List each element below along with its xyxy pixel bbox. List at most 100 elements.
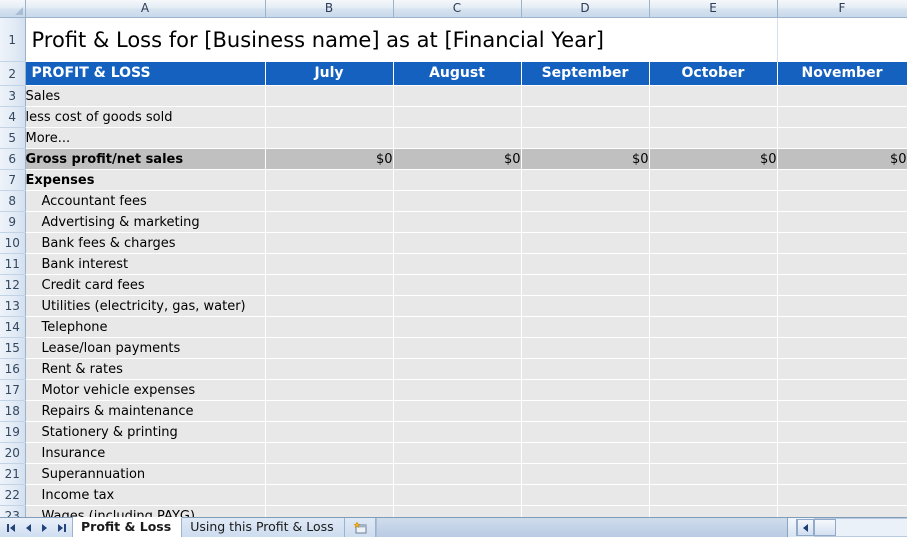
row-label-cell[interactable]: Gross profit/net sales bbox=[25, 148, 266, 170]
row-value-cell[interactable] bbox=[393, 106, 522, 128]
row-value-cell[interactable] bbox=[521, 253, 650, 275]
row-value-cell[interactable] bbox=[521, 505, 650, 517]
row-header-5[interactable]: 5 bbox=[0, 127, 26, 149]
row-value-cell[interactable] bbox=[777, 358, 907, 380]
row-value-cell[interactable] bbox=[777, 295, 907, 317]
insert-worksheet-tab[interactable] bbox=[344, 518, 376, 537]
row-header-16[interactable]: 16 bbox=[0, 358, 26, 380]
row-value-cell[interactable] bbox=[777, 127, 907, 149]
header-cell-profit-and-loss[interactable]: PROFIT & LOSS bbox=[25, 61, 266, 86]
row-value-cell[interactable] bbox=[649, 400, 778, 422]
row-header-8[interactable]: 8 bbox=[0, 190, 26, 212]
title-row-blank-cell[interactable] bbox=[776, 17, 907, 62]
row-value-cell[interactable] bbox=[393, 295, 522, 317]
row-header-18[interactable]: 18 bbox=[0, 400, 26, 422]
row-value-cell[interactable] bbox=[393, 169, 522, 191]
row-value-cell[interactable]: $0 bbox=[393, 148, 522, 170]
row-label-cell[interactable]: Repairs & maintenance bbox=[25, 400, 266, 422]
row-value-cell[interactable] bbox=[649, 232, 778, 254]
row-value-cell[interactable] bbox=[265, 379, 394, 401]
row-value-cell[interactable] bbox=[393, 337, 522, 359]
row-value-cell[interactable] bbox=[649, 85, 778, 107]
row-header-15[interactable]: 15 bbox=[0, 337, 26, 359]
row-value-cell[interactable] bbox=[777, 253, 907, 275]
row-label-cell[interactable]: Bank interest bbox=[25, 253, 266, 275]
first-sheet-icon[interactable] bbox=[4, 521, 18, 534]
row-value-cell[interactable] bbox=[777, 169, 907, 191]
column-header-e[interactable]: E bbox=[649, 0, 778, 18]
row-label-cell[interactable]: Stationery & printing bbox=[25, 421, 266, 443]
row-label-cell[interactable]: Wages (including PAYG) bbox=[25, 505, 266, 517]
row-label-cell[interactable]: Utilities (electricity, gas, water) bbox=[25, 295, 266, 317]
scroll-left-button[interactable] bbox=[797, 519, 814, 536]
row-value-cell[interactable] bbox=[649, 190, 778, 212]
row-value-cell[interactable] bbox=[521, 358, 650, 380]
row-label-cell[interactable]: Advertising & marketing bbox=[25, 211, 266, 233]
row-value-cell[interactable] bbox=[649, 106, 778, 128]
row-value-cell[interactable] bbox=[393, 127, 522, 149]
row-value-cell[interactable] bbox=[777, 442, 907, 464]
row-header-1[interactable]: 1 bbox=[0, 17, 26, 62]
horizontal-scrollbar[interactable] bbox=[787, 518, 907, 537]
row-value-cell[interactable] bbox=[521, 337, 650, 359]
row-value-cell[interactable] bbox=[521, 232, 650, 254]
row-value-cell[interactable] bbox=[265, 316, 394, 338]
row-value-cell[interactable] bbox=[265, 337, 394, 359]
row-value-cell[interactable]: $0 bbox=[265, 148, 394, 170]
row-header-23[interactable]: 23 bbox=[0, 505, 26, 517]
row-value-cell[interactable] bbox=[393, 400, 522, 422]
row-label-cell[interactable]: Expenses bbox=[25, 169, 266, 191]
row-value-cell[interactable] bbox=[777, 316, 907, 338]
row-value-cell[interactable] bbox=[521, 463, 650, 485]
row-label-cell[interactable]: Rent & rates bbox=[25, 358, 266, 380]
row-label-cell[interactable]: Insurance bbox=[25, 442, 266, 464]
row-label-cell[interactable]: Bank fees & charges bbox=[25, 232, 266, 254]
row-value-cell[interactable] bbox=[265, 106, 394, 128]
row-value-cell[interactable] bbox=[777, 274, 907, 296]
row-value-cell[interactable] bbox=[265, 253, 394, 275]
row-value-cell[interactable] bbox=[521, 190, 650, 212]
row-value-cell[interactable] bbox=[777, 484, 907, 506]
row-value-cell[interactable] bbox=[649, 379, 778, 401]
select-all-corner[interactable] bbox=[0, 0, 26, 18]
next-sheet-icon[interactable] bbox=[39, 521, 50, 534]
row-value-cell[interactable] bbox=[777, 337, 907, 359]
row-header-13[interactable]: 13 bbox=[0, 295, 26, 317]
row-value-cell[interactable] bbox=[649, 484, 778, 506]
row-value-cell[interactable] bbox=[777, 190, 907, 212]
header-cell-november[interactable]: November bbox=[777, 61, 907, 86]
row-value-cell[interactable] bbox=[393, 379, 522, 401]
row-value-cell[interactable] bbox=[265, 421, 394, 443]
row-value-cell[interactable]: $0 bbox=[777, 148, 907, 170]
row-header-4[interactable]: 4 bbox=[0, 106, 26, 128]
row-label-cell[interactable]: Sales bbox=[25, 85, 266, 107]
row-label-cell[interactable]: Credit card fees bbox=[25, 274, 266, 296]
row-label-cell[interactable]: Motor vehicle expenses bbox=[25, 379, 266, 401]
page-title[interactable]: Profit & Loss for [Business name] as at … bbox=[25, 17, 777, 62]
row-label-cell[interactable]: Income tax bbox=[25, 484, 266, 506]
column-header-b[interactable]: B bbox=[265, 0, 394, 18]
row-value-cell[interactable] bbox=[393, 442, 522, 464]
row-value-cell[interactable] bbox=[393, 211, 522, 233]
column-header-d[interactable]: D bbox=[521, 0, 650, 18]
row-value-cell[interactable] bbox=[393, 85, 522, 107]
row-value-cell[interactable] bbox=[649, 274, 778, 296]
row-value-cell[interactable] bbox=[649, 505, 778, 517]
column-header-f[interactable]: F bbox=[777, 0, 907, 18]
row-value-cell[interactable] bbox=[649, 463, 778, 485]
row-header-17[interactable]: 17 bbox=[0, 379, 26, 401]
row-value-cell[interactable] bbox=[393, 505, 522, 517]
row-value-cell[interactable] bbox=[777, 421, 907, 443]
row-value-cell[interactable] bbox=[521, 169, 650, 191]
sheet-tab-profit-and-loss[interactable]: Profit & Loss bbox=[73, 517, 183, 537]
row-header-21[interactable]: 21 bbox=[0, 463, 26, 485]
row-header-19[interactable]: 19 bbox=[0, 421, 26, 443]
row-header-10[interactable]: 10 bbox=[0, 232, 26, 254]
row-value-cell[interactable] bbox=[777, 232, 907, 254]
last-sheet-icon[interactable] bbox=[55, 521, 69, 534]
row-value-cell[interactable] bbox=[777, 211, 907, 233]
row-value-cell[interactable] bbox=[265, 505, 394, 517]
row-value-cell[interactable]: $0 bbox=[521, 148, 650, 170]
row-value-cell[interactable] bbox=[777, 379, 907, 401]
row-value-cell[interactable] bbox=[393, 190, 522, 212]
